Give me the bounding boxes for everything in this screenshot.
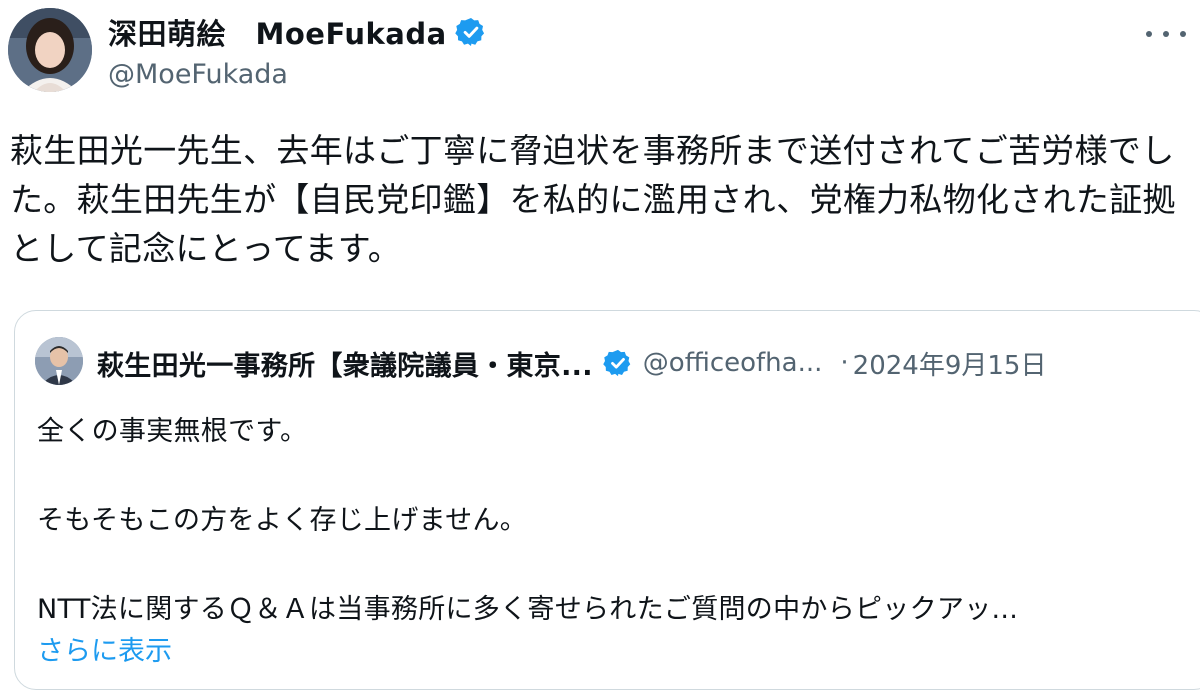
quoted-author-display-name[interactable]: 萩生田光一事務所【衆議院議員・東京... (97, 344, 593, 383)
verified-badge-icon[interactable] (454, 16, 487, 48)
quoted-post-date[interactable]: 2024年9月15日 (853, 345, 1047, 382)
quoted-author-avatar[interactable] (35, 337, 83, 385)
show-more-link[interactable]: さらに表示 (37, 629, 172, 668)
quoted-text-line: 全くの事実無根です。 (37, 416, 308, 447)
tweet[interactable]: 深田萌絵 MoeFukada @MoeFukada 萩生田光一先生、去年はご丁寧… (0, 0, 1200, 699)
author-display-name[interactable]: 深田萌絵 MoeFukada (108, 11, 447, 53)
more-horizontal-icon[interactable] (1146, 22, 1186, 46)
author-handle[interactable]: @MoeFukada (108, 59, 288, 90)
separator-dot: · (840, 348, 849, 378)
quoted-author-handle[interactable]: @officeofha... (643, 348, 823, 378)
quoted-tweet-card[interactable]: 萩生田光一事務所【衆議院議員・東京... @officeofha... · 20… (14, 310, 1200, 690)
quoted-text-line: そもそもこの方をよく存じ上げません。 (37, 505, 528, 536)
quoted-header: 萩生田光一事務所【衆議院議員・東京... @officeofha... · 20… (97, 341, 1046, 385)
verified-badge-icon[interactable] (603, 348, 633, 378)
quoted-text-line: NTT法に関するＱ＆Ａは当事務所に多く寄せられたご質問の中からピックアッ... (37, 594, 1019, 625)
author-avatar[interactable] (8, 8, 92, 92)
author-name-row: 深田萌絵 MoeFukada (108, 12, 487, 52)
tweet-text: 萩生田光一先生、去年はご丁寧に脅迫状を事務所まで送付されてご苦労様でした。萩生田… (10, 131, 1176, 268)
